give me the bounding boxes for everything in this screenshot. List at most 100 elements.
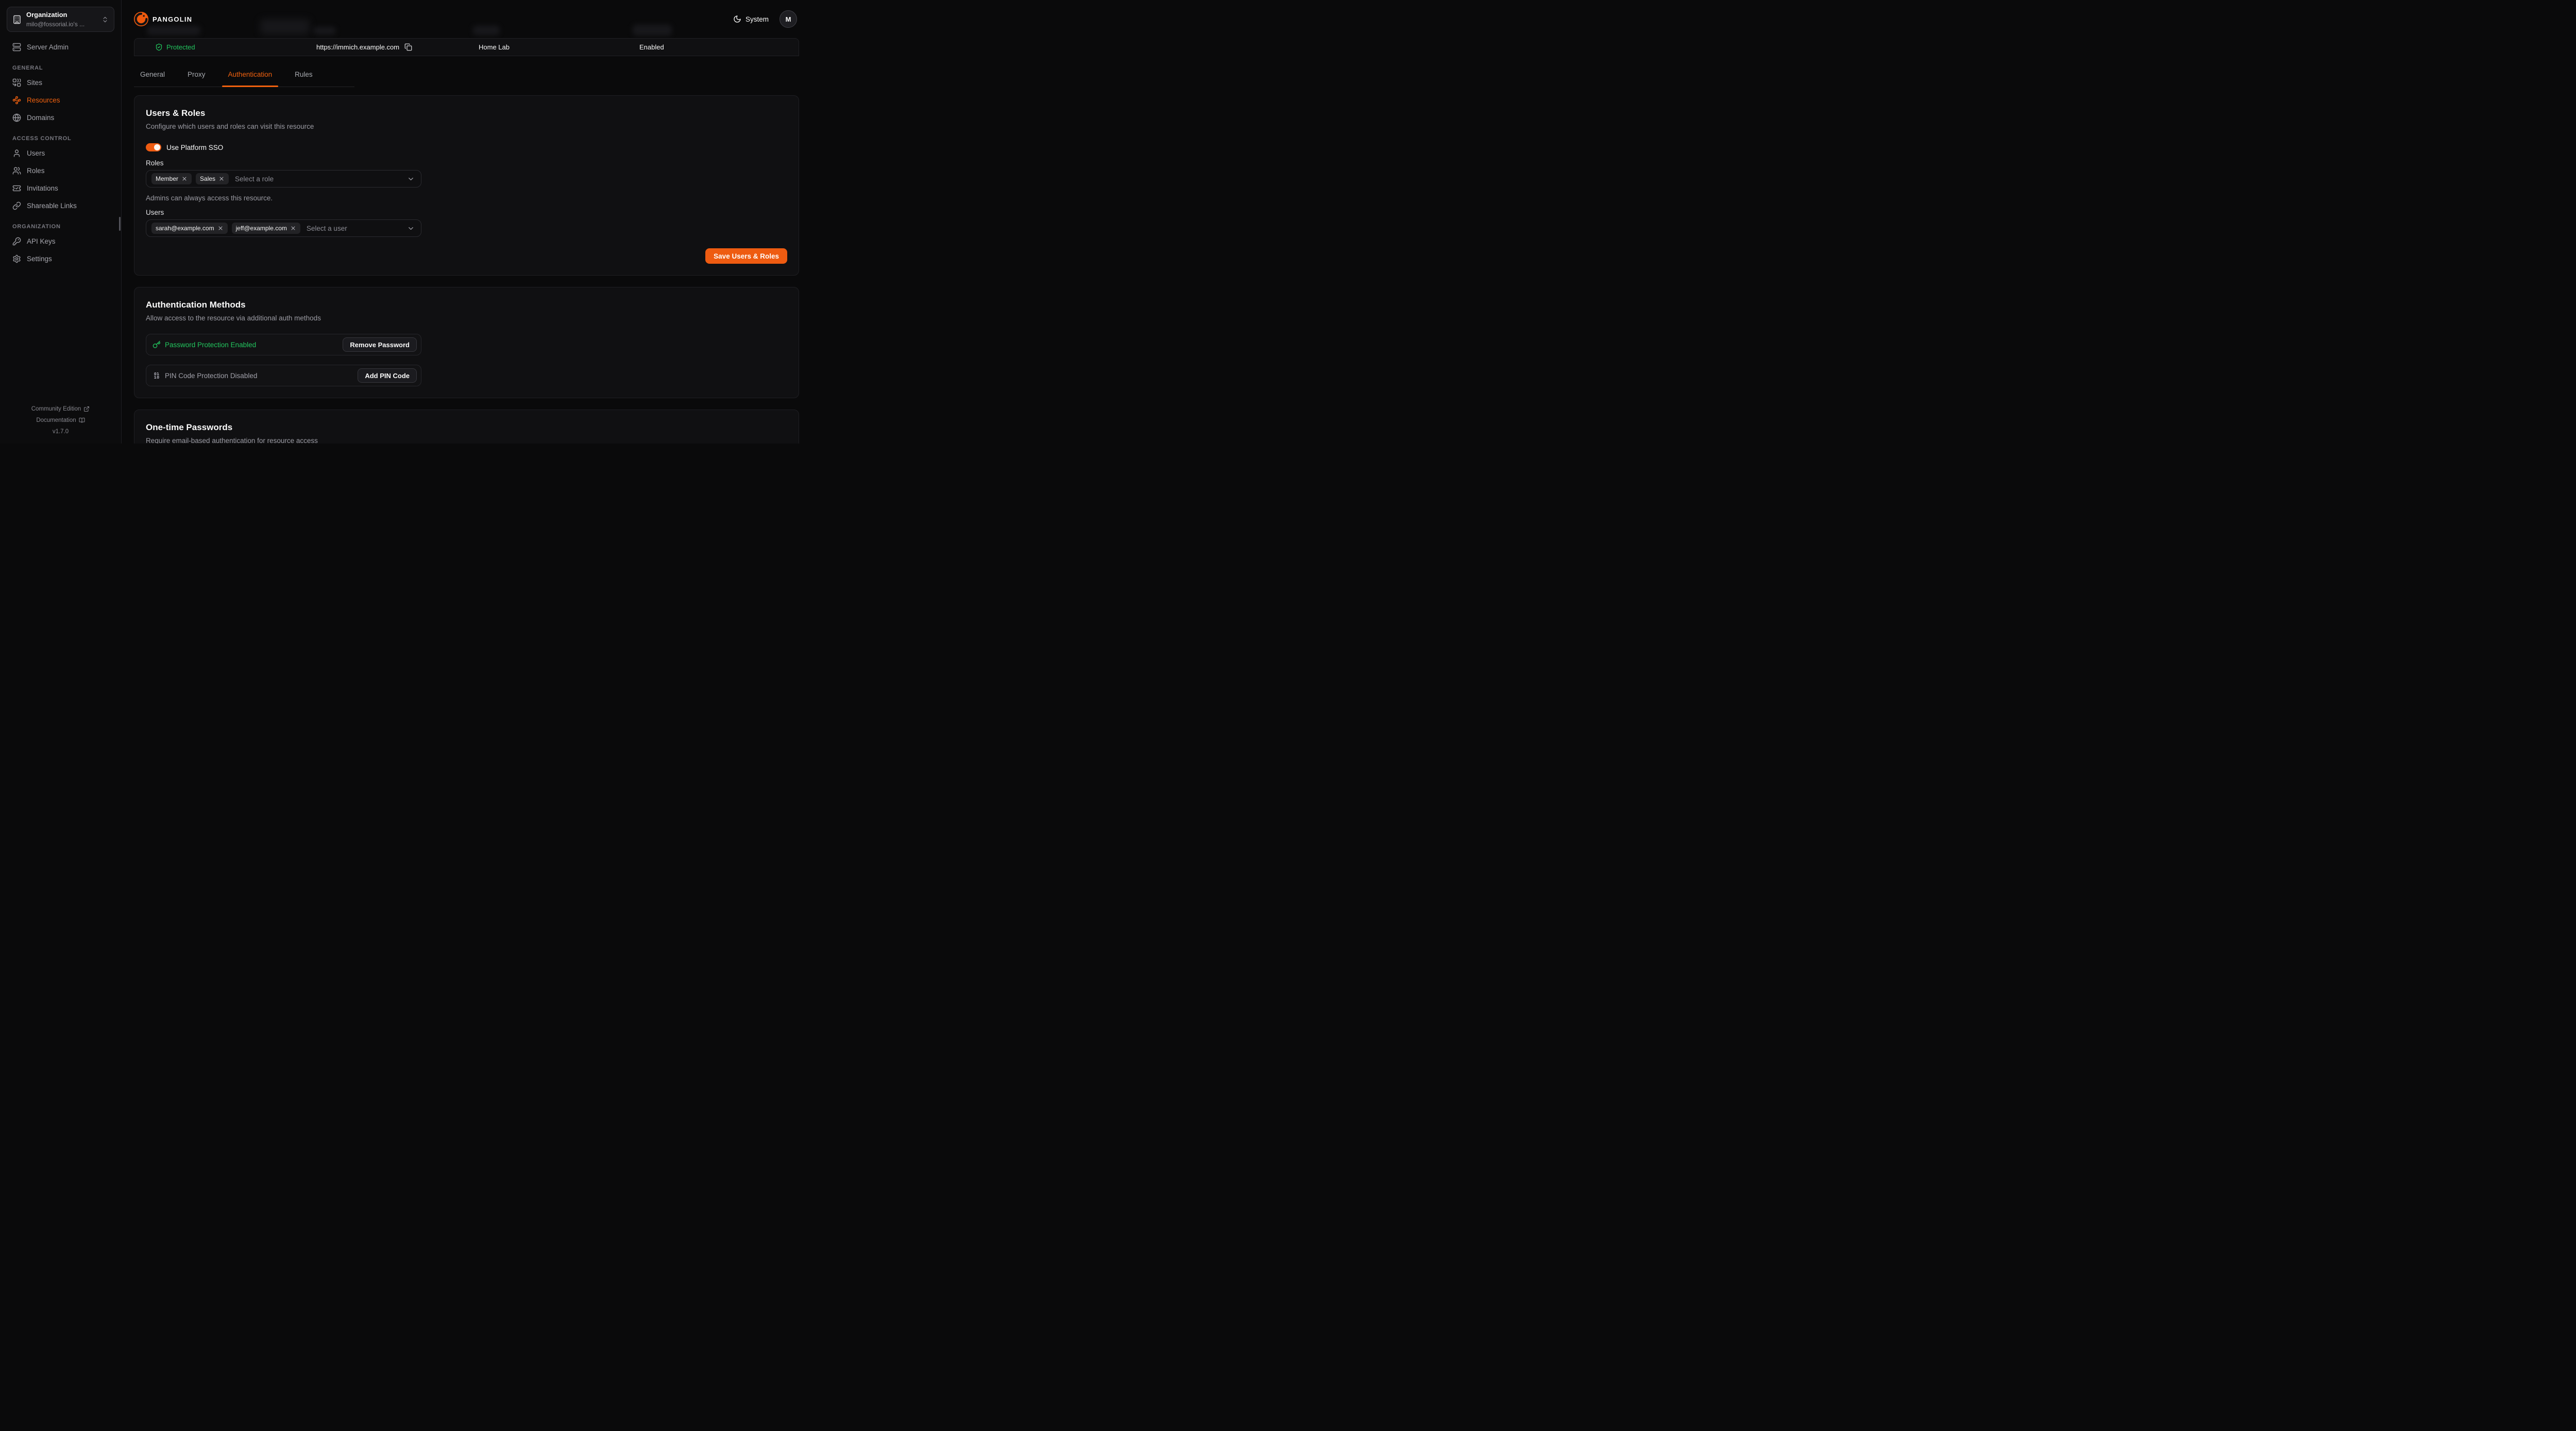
sidebar-item-sites[interactable]: Sites [12, 77, 109, 88]
role-chip-label: Member [156, 175, 178, 182]
remove-chip-icon[interactable] [181, 176, 188, 182]
redacted-label [147, 26, 200, 35]
documentation-link[interactable]: Documentation [36, 415, 84, 426]
users-combobox[interactable]: sarah@example.com jeff@example.com Select … [146, 219, 421, 237]
redacted-resource-title [260, 19, 310, 35]
user-chip: sarah@example.com [151, 223, 228, 234]
sso-toggle-label: Use Platform SSO [166, 144, 223, 151]
sidebar-item-label: Settings [27, 255, 52, 263]
version-label: v1.7.0 [0, 426, 121, 437]
resource-url-text: https://immich.example.com [316, 43, 399, 51]
key-round-icon [12, 237, 21, 246]
resource-url: https://immich.example.com [316, 39, 412, 56]
role-chip: Sales [196, 173, 229, 184]
tab-authentication[interactable]: Authentication [222, 70, 279, 87]
pin-code-row: PIN Code Protection Disabled Add PIN Cod… [146, 365, 421, 386]
resource-tabs: General Proxy Authentication Rules [134, 70, 354, 87]
server-icon [12, 43, 21, 52]
theme-toggle[interactable]: System [733, 15, 769, 23]
users-placeholder: Select a user [307, 225, 347, 232]
redacted-label [633, 25, 672, 36]
sidebar-scrollbar-thumb[interactable] [119, 217, 121, 231]
sidebar-item-label: Resources [27, 96, 60, 104]
sidebar-item-server-admin[interactable]: Server Admin [12, 41, 109, 53]
users-roles-subtitle: Configure which users and roles can visi… [146, 122, 787, 132]
redacted-label [313, 27, 336, 35]
sidebar-item-resources[interactable]: Resources [12, 94, 109, 106]
chevron-down-icon [407, 225, 415, 232]
user-chip-label: jeff@example.com [236, 225, 287, 232]
sidebar-section-title: ACCESS CONTROL [12, 135, 109, 142]
sso-toggle-row: Use Platform SSO [146, 143, 787, 151]
binary-icon [152, 371, 161, 380]
otp-title: One-time Passwords [146, 421, 787, 434]
app-root: Organization milo@fossorial.io's ... Ser… [0, 0, 808, 444]
admins-note: Admins can always access this resource. [146, 194, 787, 203]
tab-proxy[interactable]: Proxy [181, 70, 212, 87]
sidebar-item-domains[interactable]: Domains [12, 112, 109, 123]
otp-subtitle: Require email-based authentication for r… [146, 436, 787, 444]
resource-header-strip: Protected https://immich.example.com Hom… [134, 38, 799, 56]
otp-card: One-time Passwords Require email-based a… [134, 410, 799, 444]
remove-chip-icon[interactable] [218, 176, 225, 182]
org-selector[interactable]: Organization milo@fossorial.io's ... [7, 7, 114, 32]
auth-methods-title: Authentication Methods [146, 299, 787, 311]
sidebar-item-shareable-links[interactable]: Shareable Links [12, 200, 109, 211]
topbar: PANGOLIN System M [122, 0, 808, 38]
chevrons-up-down-icon [101, 16, 109, 23]
save-users-roles-button[interactable]: Save Users & Roles [705, 248, 787, 264]
avatar[interactable]: M [779, 10, 797, 28]
key-icon [152, 340, 161, 349]
user-chip: jeff@example.com [232, 223, 300, 234]
brand-name: PANGOLIN [152, 15, 192, 23]
copy-icon[interactable] [404, 43, 412, 51]
remove-chip-icon[interactable] [290, 225, 296, 231]
roles-placeholder: Select a role [235, 175, 274, 183]
add-pin-code-button[interactable]: Add PIN Code [358, 368, 417, 383]
sidebar-item-label: Shareable Links [27, 202, 77, 210]
pin-code-status: PIN Code Protection Disabled [152, 371, 257, 380]
settings-icon [12, 254, 21, 263]
brand: PANGOLIN [133, 11, 192, 27]
external-link-icon [83, 406, 90, 412]
user-icon [12, 149, 21, 158]
sidebar-footer: Community Edition Documentation v1.7.0 [0, 403, 121, 437]
users-roles-card: Users & Roles Configure which users and … [134, 95, 799, 276]
sidebar-item-roles[interactable]: Roles [12, 165, 109, 176]
sidebar-item-users[interactable]: Users [12, 147, 109, 159]
avatar-initial: M [786, 15, 791, 23]
topbar-right: System M [733, 10, 797, 28]
resource-status: Protected [155, 39, 195, 56]
sidebar-item-invitations[interactable]: Invitations [12, 182, 109, 194]
main-area: PANGOLIN System M Protected https://immi… [122, 0, 808, 444]
remove-password-button[interactable]: Remove Password [343, 337, 417, 352]
ticket-check-icon [12, 184, 21, 193]
waypoints-icon [12, 96, 21, 105]
role-chip: Member [151, 173, 192, 184]
sso-toggle[interactable] [146, 143, 161, 151]
community-edition-label: Community Edition [31, 403, 81, 415]
sidebar-item-api-keys[interactable]: API Keys [12, 235, 109, 247]
remove-chip-icon[interactable] [217, 225, 224, 231]
password-protection-status: Password Protection Enabled [152, 340, 256, 349]
building-icon [12, 15, 22, 24]
users-field-label: Users [146, 208, 787, 217]
tab-rules[interactable]: Rules [289, 70, 319, 87]
globe-icon [12, 113, 21, 122]
resource-enabled: Enabled [639, 39, 664, 56]
sidebar-section-title: ORGANIZATION [12, 224, 109, 230]
sidebar-item-settings[interactable]: Settings [12, 253, 109, 264]
pangolin-logo [133, 11, 149, 27]
roles-combobox[interactable]: Member Sales Select a role [146, 170, 421, 188]
sidebar-item-label: Sites [27, 79, 42, 87]
community-edition-link[interactable]: Community Edition [31, 403, 90, 415]
tab-general[interactable]: General [134, 70, 171, 87]
theme-label: System [745, 15, 769, 23]
org-selector-title: Organization [26, 11, 67, 19]
link-icon [12, 201, 21, 210]
combine-icon [12, 78, 21, 87]
users-icon [12, 166, 21, 175]
sidebar-item-label: Domains [27, 114, 54, 122]
resource-site-label: Home Lab [479, 43, 510, 51]
password-protection-row: Password Protection Enabled Remove Passw… [146, 334, 421, 355]
